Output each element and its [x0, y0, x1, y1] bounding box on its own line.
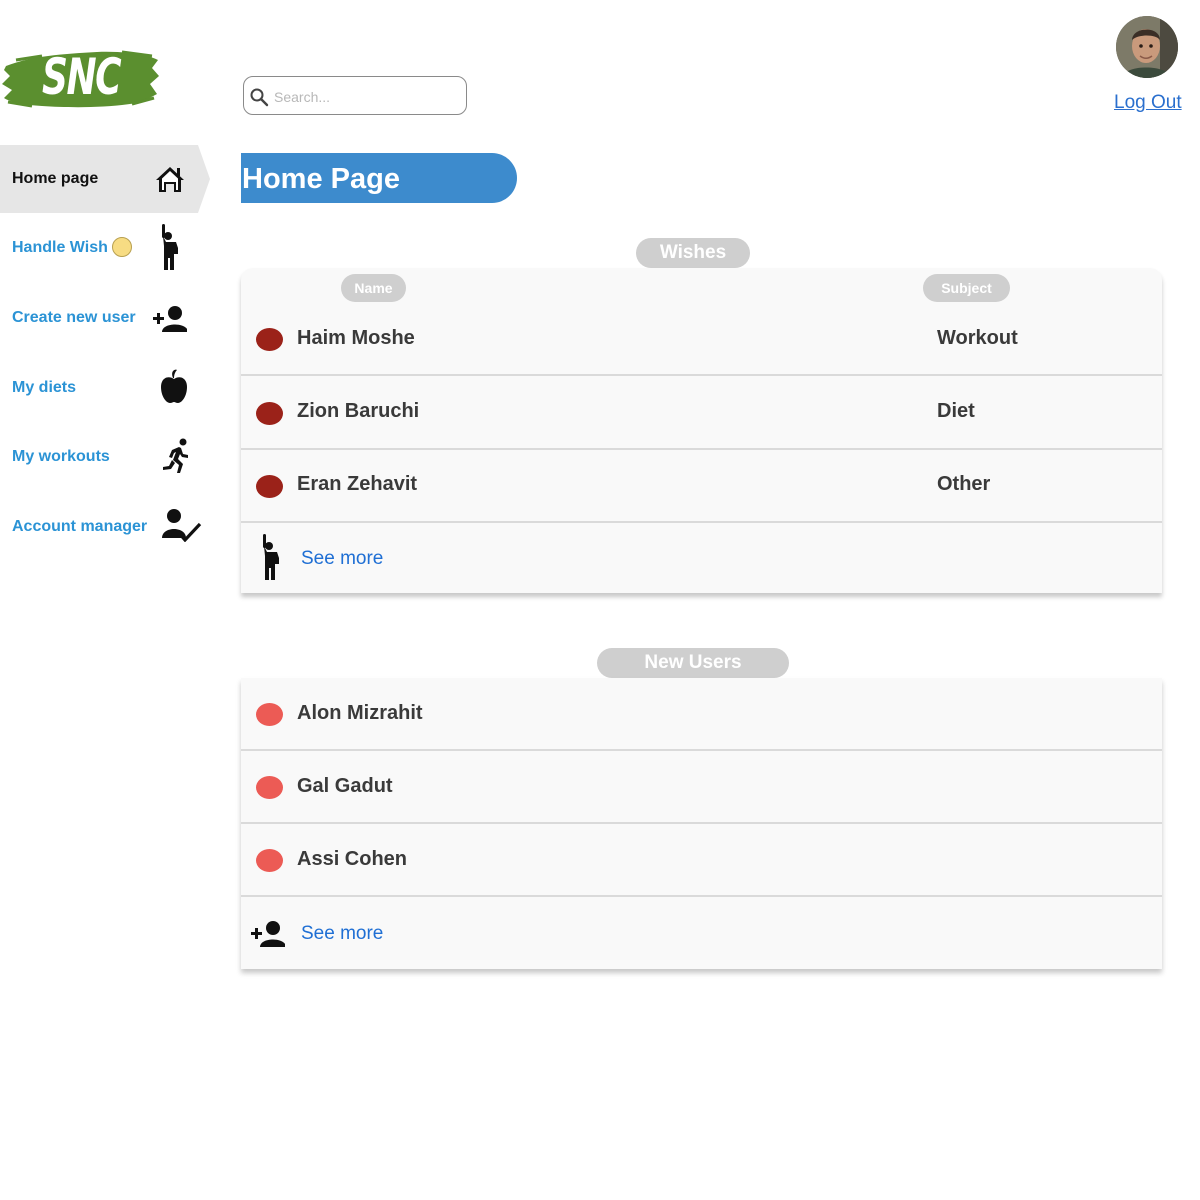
sidebar-item-label: Account manager [12, 518, 148, 535]
status-dot [256, 328, 283, 351]
see-more-users-link[interactable]: See more [301, 923, 383, 945]
wishes-section-header: Wishes [636, 238, 750, 268]
search-icon [250, 88, 269, 107]
sidebar-item-home[interactable]: Home page [0, 145, 210, 213]
logout-link[interactable]: Log Out [1114, 92, 1182, 114]
brand-logo[interactable]: SNC [2, 44, 160, 110]
wish-name: Haim Moshe [297, 327, 415, 349]
sidebar-item-my-workouts[interactable]: My workouts [0, 423, 210, 491]
add-user-icon [251, 921, 285, 947]
sidebar-item-label: My workouts [12, 448, 110, 465]
list-item[interactable]: Alon Mizrahit [241, 678, 1162, 751]
sidebar-item-label: My diets [12, 379, 77, 396]
sidebar-item-label: Create new user [12, 309, 136, 326]
sidebar-item-label: Home page [12, 170, 99, 187]
notification-dot [112, 237, 132, 257]
table-row[interactable]: Eran Zehavit Other [241, 450, 1162, 523]
see-more-wishes-link[interactable]: See more [301, 548, 383, 570]
user-check-icon [162, 509, 202, 542]
wishes-card: Name Subject Haim Moshe Workout Zion Bar… [241, 268, 1162, 593]
wish-name: Zion Baruchi [297, 400, 420, 422]
raised-hand-person-icon [162, 224, 178, 270]
home-icon [156, 167, 184, 192]
list-item[interactable]: Gal Gadut [241, 751, 1162, 824]
status-dot [256, 849, 283, 872]
page-title: Home Page [241, 153, 517, 203]
sidebar-item-handle-wish[interactable]: Handle Wish [0, 214, 210, 282]
see-more-row[interactable]: See more [241, 897, 1162, 969]
new-users-section-header: New Users [597, 648, 789, 678]
user-name: Assi Cohen [297, 848, 408, 870]
user-name: Gal Gadut [297, 775, 393, 797]
sidebar-item-label: Handle Wish [12, 239, 108, 256]
sidebar-item-account-manager[interactable]: Account manager [0, 493, 210, 561]
column-header-subject: Subject [923, 274, 1010, 302]
user-photo-icon [1116, 16, 1178, 78]
user-name: Alon Mizrahit [297, 702, 423, 724]
status-dot [256, 475, 283, 498]
list-item[interactable]: Assi Cohen [241, 824, 1162, 897]
page-title-text: Home Page [242, 163, 400, 195]
status-dot [256, 703, 283, 726]
avatar[interactable] [1116, 16, 1178, 78]
running-person-icon [163, 438, 188, 473]
search-box[interactable] [243, 76, 467, 115]
table-row[interactable]: Zion Baruchi Diet [241, 377, 1162, 450]
status-dot [256, 402, 283, 425]
wish-subject: Diet [937, 400, 975, 422]
see-more-row[interactable]: See more [241, 523, 1162, 593]
table-row[interactable]: Haim Moshe Workout [241, 304, 1162, 376]
raised-hand-person-icon [263, 534, 279, 580]
new-users-card: Alon Mizrahit Gal Gadut Assi Cohen See m… [241, 678, 1162, 969]
column-header-name: Name [341, 274, 406, 302]
sidebar-item-create-user[interactable]: Create new user [0, 284, 210, 352]
apple-icon [161, 369, 187, 403]
wish-subject: Workout [937, 327, 1018, 349]
logo-text: SNC [42, 48, 122, 106]
wish-subject: Other [937, 473, 991, 495]
sidebar-item-my-diets[interactable]: My diets [0, 354, 210, 422]
add-user-icon [153, 306, 187, 332]
search-input[interactable] [272, 85, 461, 109]
status-dot [256, 776, 283, 799]
wish-name: Eran Zehavit [297, 473, 418, 495]
